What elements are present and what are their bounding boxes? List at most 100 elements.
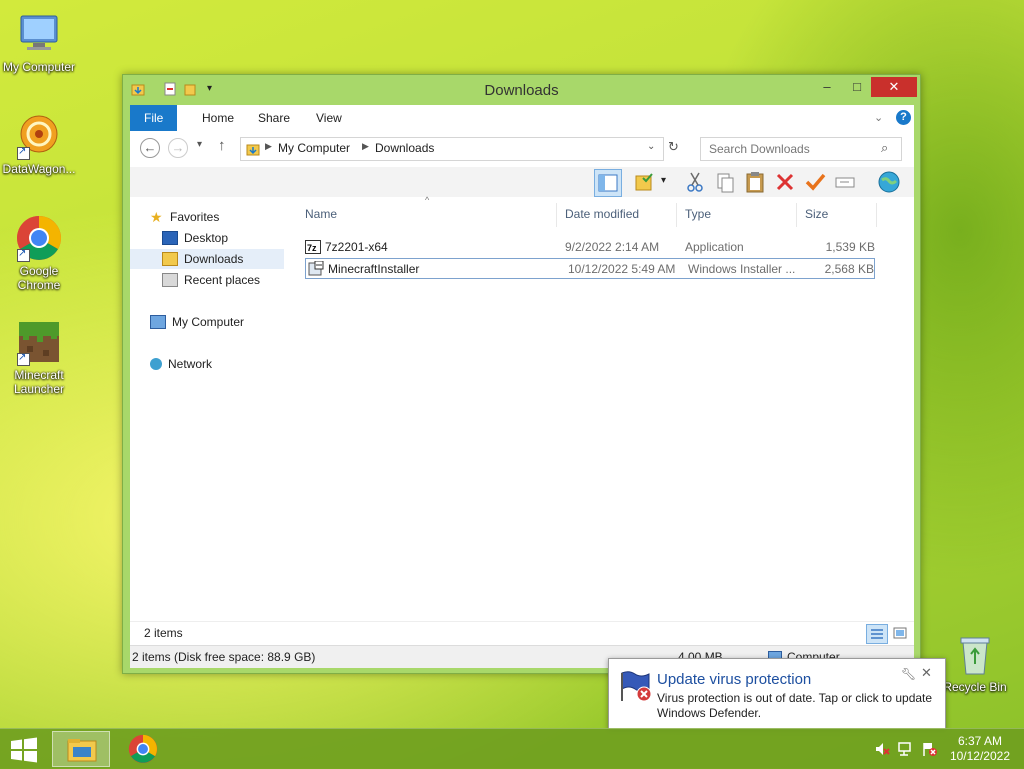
defender-warning-icon <box>621 671 652 702</box>
ribbon-tabs: File Home Share View ⌄ ? <box>130 105 914 132</box>
address-bar[interactable]: ▶ My Computer ▶ Downloads ⌄ <box>240 137 664 161</box>
star-icon: ★ <box>150 208 163 225</box>
select-all-button[interactable] <box>802 169 828 195</box>
tab-view[interactable]: View <box>302 105 356 131</box>
large-icons-view-icon <box>893 627 907 639</box>
desktop-icon-datawagon[interactable]: DataWagon... <box>0 112 80 176</box>
nav-desktop[interactable]: Desktop <box>162 228 228 248</box>
wrench-icon[interactable]: 🔧︎ <box>901 667 916 681</box>
taskbar-file-explorer[interactable] <box>52 731 110 767</box>
content-area: ★ Favorites Desktop Downloads Recent plac… <box>130 195 914 621</box>
item-count: 2 items <box>144 626 183 640</box>
nav-label: Downloads <box>184 252 244 266</box>
nav-recent-places[interactable]: Recent places <box>162 270 260 290</box>
network-icon <box>150 357 162 370</box>
shortcut-arrow-icon <box>17 145 30 160</box>
shortcut-arrow-icon <box>17 247 30 262</box>
installer-icon <box>308 261 324 276</box>
nav-network[interactable]: Network <box>150 354 212 374</box>
nav-label: Network <box>168 357 213 371</box>
disk-space-status: 2 items (Disk free space: 88.9 GB) <box>132 650 316 664</box>
breadcrumb-downloads[interactable]: Downloads <box>375 141 434 155</box>
command-toolbar: ▾ <box>130 167 914 198</box>
navigation-pane: ★ Favorites Desktop Downloads Recent plac… <box>130 197 290 621</box>
file-type: Windows Installer ... <box>688 262 796 276</box>
address-row: ← → ▾ ↑ ▶ My Computer ▶ Downloads ⌄ ↻ Se… <box>130 131 914 167</box>
file-row-selected[interactable]: MinecraftInstaller 10/12/2022 5:49 AM Wi… <box>305 258 875 279</box>
file-list: ^ Name Date modified Type Size 7z 7z2201… <box>297 195 914 621</box>
tab-file[interactable]: File <box>130 105 178 131</box>
copy-icon <box>717 173 734 193</box>
large-icons-view-button[interactable] <box>890 624 910 642</box>
desktop-icon-minecraft-launcher[interactable]: Minecraft Launcher <box>0 318 80 396</box>
file-size: 1,539 KB <box>825 240 875 254</box>
breadcrumb-my-computer[interactable]: My Computer <box>278 141 350 155</box>
windows-logo-icon <box>11 737 37 763</box>
tab-share[interactable]: Share <box>244 105 304 131</box>
defender-notification[interactable]: Update virus protection Virus protection… <box>608 658 946 730</box>
column-header-size[interactable]: Size <box>797 203 877 227</box>
nav-favorites[interactable]: ★ Favorites <box>150 207 219 227</box>
up-button[interactable]: ↑ <box>218 137 226 154</box>
preview-pane-icon <box>598 174 618 192</box>
column-header-name[interactable]: Name <box>297 203 557 227</box>
refresh-button[interactable]: ↻ <box>668 139 679 155</box>
nav-label: Favorites <box>170 210 220 224</box>
taskbar-chrome[interactable] <box>126 732 160 766</box>
recent-locations-icon[interactable]: ▾ <box>197 139 202 150</box>
options-dropdown-icon[interactable]: ▾ <box>661 175 666 186</box>
forward-button[interactable]: → <box>168 138 188 158</box>
desktop-icon-label: Recycle Bin <box>943 680 1007 694</box>
column-header-date-modified[interactable]: Date modified <box>557 203 677 227</box>
help-icon[interactable]: ? <box>896 110 911 125</box>
nav-my-computer[interactable]: My Computer <box>150 312 244 332</box>
search-input[interactable]: Search Downloads ⌕ <box>700 137 902 161</box>
rename-button[interactable] <box>832 169 858 195</box>
shortcut-arrow-icon <box>17 351 30 366</box>
globe-icon <box>878 171 900 193</box>
cut-button[interactable] <box>682 169 708 195</box>
minimize-button[interactable]: – <box>813 77 841 97</box>
desktop-icon-google-chrome[interactable]: Google Chrome <box>0 214 80 292</box>
action-center-flag-icon[interactable] <box>922 741 938 757</box>
folder-options-icon <box>635 173 653 191</box>
search-icon[interactable]: ⌕ <box>881 140 888 156</box>
title-bar[interactable]: ▾ Downloads – □ ✕ <box>123 75 920 105</box>
notification-close-button[interactable]: ✕ <box>921 665 932 681</box>
expand-ribbon-icon[interactable]: ⌄ <box>874 111 883 124</box>
back-button[interactable]: ← <box>140 138 160 158</box>
desktop-icon-recycle-bin[interactable]: Recycle Bin <box>934 630 1016 694</box>
desktop-icon-my-computer[interactable]: My Computer <box>0 10 80 74</box>
network-tray-icon[interactable] <box>898 741 914 757</box>
address-dropdown-icon[interactable]: ⌄ <box>647 141 655 152</box>
copy-button[interactable] <box>712 169 738 195</box>
details-view-icon <box>871 629 883 639</box>
recycle-bin-icon <box>951 630 999 678</box>
delete-button[interactable] <box>772 169 798 195</box>
rename-icon <box>835 177 855 188</box>
details-view-button[interactable] <box>866 624 888 644</box>
volume-muted-icon[interactable] <box>874 741 890 757</box>
start-button[interactable] <box>10 737 38 763</box>
svg-text:7z: 7z <box>307 243 317 253</box>
preview-pane-button[interactable] <box>594 169 622 197</box>
explorer-window: ▾ Downloads – □ ✕ File Home Share View ⌄… <box>122 74 921 674</box>
close-button[interactable]: ✕ <box>871 77 917 97</box>
downloads-folder-icon <box>162 251 178 266</box>
internet-button[interactable] <box>876 169 902 195</box>
tab-home[interactable]: Home <box>188 105 248 131</box>
desktop-icon-label: Minecraft Launcher <box>13 368 65 396</box>
taskbar: 6:37 AM 10/12/2022 <box>0 728 1024 769</box>
paste-icon <box>746 172 764 193</box>
clock-time: 6:37 AM <box>957 734 1002 748</box>
folder-options-button[interactable] <box>632 169 658 195</box>
breadcrumb-separator-icon: ▶ <box>362 141 369 151</box>
desktop-icon-label: Google Chrome <box>17 264 61 292</box>
taskbar-clock[interactable]: 6:37 AM 10/12/2022 <box>950 734 1010 764</box>
file-row[interactable]: 7z 7z2201-x64 9/2/2022 2:14 AM Applicati… <box>305 237 879 257</box>
paste-button[interactable] <box>742 169 768 195</box>
nav-downloads[interactable]: Downloads <box>162 249 243 269</box>
column-header-type[interactable]: Type <box>677 203 797 227</box>
search-placeholder: Search Downloads <box>709 142 810 156</box>
maximize-button[interactable]: □ <box>843 77 871 97</box>
